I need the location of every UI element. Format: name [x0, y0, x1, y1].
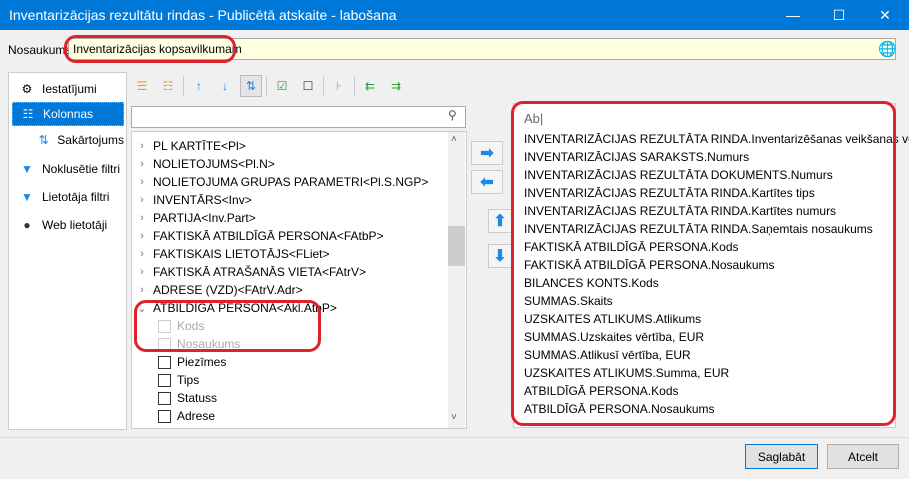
- nav-item-columns[interactable]: ☷ Kolonnas: [12, 102, 124, 126]
- settings-nav: ⚙ Iestatījumi ☷ Kolonnas ⇅ Sakārtojums ▼ Nok…: [8, 72, 127, 430]
- user-filter-icon: ▼: [21, 190, 33, 204]
- chevron-right-icon[interactable]: ›: [135, 248, 149, 260]
- tree-select-icon[interactable]: ⊦: [328, 75, 350, 97]
- nav-label: Kolonnas: [43, 107, 94, 121]
- tree-item-label: ADRESE (VZD)<FAtrV.Adr>: [153, 283, 303, 297]
- chevron-right-icon[interactable]: ›: [135, 284, 149, 296]
- divider: [183, 76, 184, 96]
- divider: [323, 76, 324, 96]
- check-all-icon[interactable]: ☑: [271, 75, 293, 97]
- tree-item[interactable]: › FAKTISKAIS LIETOTĀJS<FLiet>: [135, 245, 330, 263]
- filter-icon: ▼: [21, 162, 33, 176]
- tree-item[interactable]: › ADRESE (VZD)<FAtrV.Adr>: [135, 281, 303, 299]
- close-button[interactable]: ✕: [862, 0, 908, 30]
- highlight-columns: [511, 101, 896, 426]
- chevron-right-icon[interactable]: ›: [135, 140, 149, 152]
- tree-item-label: INVENTĀRS<Inv>: [153, 193, 252, 207]
- tree-item[interactable]: › FAKTISKĀ ATBILDĪGĀ PERSONA<FAtbP>: [135, 227, 384, 245]
- search-icon: ⚲: [448, 108, 457, 122]
- nav-label: Noklusētie filtri: [42, 162, 121, 176]
- scroll-down-icon[interactable]: ˅: [451, 412, 457, 423]
- tree-item[interactable]: › INVENTĀRS<Inv>: [135, 191, 252, 209]
- tree-item[interactable]: › NOLIETOJUMA GRUPAS PARAMETRI<Pl.S.NGP>: [135, 173, 428, 191]
- user-icon: ●: [23, 218, 31, 232]
- tree-item[interactable]: Tips: [158, 371, 199, 389]
- sort-icon: ⇅: [38, 133, 49, 147]
- field-tree: › PL KARTĪTE<Pl> › NOLIETOJUMS<Pl.N> › NOLIET…: [131, 131, 467, 429]
- tree-item[interactable]: Statuss: [158, 389, 217, 407]
- expand-all-icon[interactable]: ☰: [131, 75, 153, 97]
- tree-item[interactable]: › PL KARTĪTE<Pl>: [135, 137, 246, 155]
- tree-item-label: NOLIETOJUMA GRUPAS PARAMETRI<Pl.S.NGP>: [153, 175, 429, 189]
- globe-icon[interactable]: 🌐: [878, 40, 897, 58]
- tree-scrollbar[interactable]: ˄ ˅: [448, 132, 465, 428]
- cancel-button[interactable]: Atcelt: [827, 444, 899, 469]
- arrow-up-icon: ⬆: [493, 213, 507, 230]
- tree-item-label: Piezīmes: [177, 355, 227, 369]
- arrow-right-icon: ➡: [480, 145, 494, 162]
- tree-item-label: NOLIETOJUMS<Pl.N>: [153, 157, 275, 171]
- columns-icon: ☷: [22, 107, 34, 121]
- nav-label: Iestatījumi: [42, 82, 97, 96]
- scroll-up-icon[interactable]: ˄: [451, 134, 457, 145]
- remove-column-button[interactable]: ⬅: [471, 170, 503, 194]
- divider: [266, 76, 267, 96]
- nav-label: Sakārtojums: [57, 133, 124, 147]
- checkbox[interactable]: [158, 355, 171, 369]
- move-up-button[interactable]: ⬆: [488, 209, 512, 233]
- tree-item[interactable]: › FAKTISKĀ ATRAŠANĀS VIETA<FAtrV>: [135, 263, 366, 281]
- window-title: Inventarizācijas rezultātu rindas - Publ…: [9, 7, 397, 23]
- tree-item-label: PARTIJA<Inv.Part>: [153, 211, 256, 225]
- tree-item-label: Statuss: [177, 391, 218, 405]
- nav-item-settings[interactable]: ⚙ Iestatījumi: [12, 77, 124, 101]
- sort-asc-icon[interactable]: ↑: [188, 75, 210, 97]
- tree-item-label: FAKTISKĀ ATRAŠANĀS VIETA<FAtrV>: [153, 265, 366, 279]
- checkbox[interactable]: [158, 409, 171, 423]
- checkbox[interactable]: [158, 391, 171, 405]
- chevron-right-icon[interactable]: ›: [135, 230, 149, 242]
- sort-desc-icon[interactable]: ↓: [214, 75, 236, 97]
- collapse-all-icon[interactable]: ☷: [157, 75, 179, 97]
- save-button[interactable]: Saglabāt: [745, 444, 818, 469]
- chevron-right-icon[interactable]: ›: [135, 176, 149, 188]
- nav-item-default-filters[interactable]: ▼ Noklusētie filtri: [12, 157, 124, 181]
- tree-item-label: FAKTISKĀ ATBILDĪGĀ PERSONA<FAtbP>: [153, 229, 384, 243]
- tree-item[interactable]: › PARTIJA<Inv.Part>: [135, 209, 256, 227]
- title-bar: Inventarizācijas rezultātu rindas - Publ…: [0, 0, 909, 30]
- tree-item-label: PL KARTĪTE<Pl>: [153, 139, 246, 153]
- nav-item-web-users[interactable]: ● Web lietotāji: [12, 213, 124, 237]
- nav-item-user-filters[interactable]: ▼ Lietotāja filtri: [12, 185, 124, 209]
- move-right-icon[interactable]: ⇉: [385, 75, 407, 97]
- tree-item[interactable]: › NOLIETOJUMS<Pl.N>: [135, 155, 275, 173]
- move-down-button[interactable]: ⬇: [488, 244, 512, 268]
- minimize-button[interactable]: —: [770, 0, 816, 30]
- divider: [354, 76, 355, 96]
- chevron-right-icon[interactable]: ›: [135, 212, 149, 224]
- toolbar: ☰ ☷ ↑ ↓ ⇅ ☑ ☐ ⊦ ⇇ ⇉: [131, 74, 407, 98]
- maximize-button[interactable]: ☐: [816, 0, 862, 30]
- tree-item[interactable]: Piezīmes: [158, 353, 226, 371]
- arrow-down-icon: ⬇: [493, 248, 507, 265]
- gear-icon: ⚙: [21, 82, 33, 96]
- chevron-right-icon[interactable]: ›: [135, 194, 149, 206]
- scrollbar-thumb[interactable]: [448, 226, 465, 266]
- tree-item-label: Tips: [177, 373, 200, 387]
- checkbox[interactable]: [158, 373, 171, 387]
- highlight-tree: [134, 300, 321, 352]
- nav-item-sorting[interactable]: ⇅ Sakārtojums: [12, 128, 124, 152]
- tree-item[interactable]: Adrese: [158, 407, 215, 425]
- chevron-right-icon[interactable]: ›: [135, 158, 149, 170]
- add-column-button[interactable]: ➡: [471, 141, 503, 165]
- tree-item-label: Adrese: [177, 409, 216, 423]
- arrow-left-icon: ⬅: [480, 174, 494, 191]
- chevron-right-icon[interactable]: ›: [135, 266, 149, 278]
- nav-label: Lietotāja filtri: [42, 190, 110, 204]
- tree-item-label: FAKTISKAIS LIETOTĀJS<FLiet>: [153, 247, 330, 261]
- move-left-icon[interactable]: ⇇: [359, 75, 381, 97]
- highlight-name: [64, 35, 236, 63]
- nav-label: Web lietotāji: [42, 218, 108, 232]
- search-input[interactable]: [131, 106, 466, 128]
- sort-toggle-icon[interactable]: ⇅: [240, 75, 262, 97]
- uncheck-all-icon[interactable]: ☐: [297, 75, 319, 97]
